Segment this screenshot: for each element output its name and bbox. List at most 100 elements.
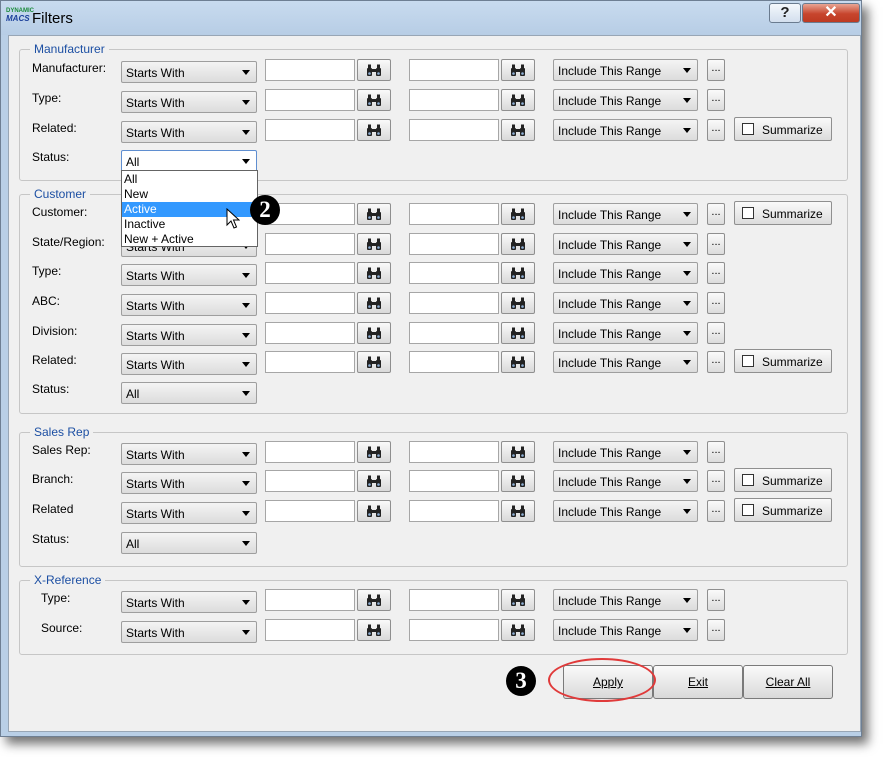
lookup-button[interactable] [357,619,391,641]
range-from-input[interactable] [265,351,355,373]
range-mode-select[interactable]: Include This Range [553,203,698,225]
lookup-button[interactable] [501,59,535,81]
match-type-select[interactable]: Starts With [121,621,257,643]
dropdown-option[interactable]: New [122,187,257,202]
range-from-input[interactable] [265,59,355,81]
range-to-input[interactable] [409,89,499,111]
status-select[interactable]: All [121,532,257,554]
range-mode-select[interactable]: Include This Range [553,441,698,463]
match-type-select[interactable]: Starts With [121,121,257,143]
match-type-select[interactable]: Starts With [121,472,257,494]
summarize-checkbox[interactable] [742,207,754,219]
range-mode-select[interactable]: Include This Range [553,233,698,255]
range-from-input[interactable] [265,233,355,255]
range-from-input[interactable] [265,589,355,611]
status-select[interactable]: All [121,150,257,172]
ellipsis-button[interactable]: ... [707,589,725,611]
range-from-input[interactable] [265,262,355,284]
ellipsis-button[interactable]: ... [707,292,725,314]
range-to-input[interactable] [409,441,499,463]
ellipsis-button[interactable]: ... [707,619,725,641]
lookup-button[interactable] [357,59,391,81]
range-to-input[interactable] [409,619,499,641]
ellipsis-button[interactable]: ... [707,500,725,522]
dropdown-option[interactable]: All [122,172,257,187]
summarize-checkbox[interactable] [742,504,754,516]
range-mode-select[interactable]: Include This Range [553,619,698,641]
range-from-input[interactable] [265,441,355,463]
match-type-select[interactable]: Starts With [121,294,257,316]
match-type-select[interactable]: Starts With [121,443,257,465]
lookup-button[interactable] [357,292,391,314]
range-from-input[interactable] [265,322,355,344]
range-to-input[interactable] [409,262,499,284]
lookup-button[interactable] [501,262,535,284]
range-to-input[interactable] [409,59,499,81]
dropdown-option[interactable]: New + Active [122,232,257,247]
lookup-button[interactable] [357,589,391,611]
range-mode-select[interactable]: Include This Range [553,292,698,314]
lookup-button[interactable] [501,589,535,611]
range-mode-select[interactable]: Include This Range [553,351,698,373]
range-from-input[interactable] [265,292,355,314]
lookup-button[interactable] [501,619,535,641]
range-mode-select[interactable]: Include This Range [553,589,698,611]
summarize-button[interactable]: Summarize [734,117,832,141]
lookup-button[interactable] [501,441,535,463]
lookup-button[interactable] [501,470,535,492]
match-type-select[interactable]: Starts With [121,353,257,375]
close-button[interactable]: ✕ [802,3,860,23]
summarize-button[interactable]: Summarize [734,201,832,225]
ellipsis-button[interactable]: ... [707,203,725,225]
lookup-button[interactable] [501,292,535,314]
lookup-button[interactable] [501,500,535,522]
range-to-input[interactable] [409,589,499,611]
ellipsis-button[interactable]: ... [707,262,725,284]
ellipsis-button[interactable]: ... [707,89,725,111]
summarize-button[interactable]: Summarize [734,468,832,492]
match-type-select[interactable]: Starts With [121,502,257,524]
ellipsis-button[interactable]: ... [707,351,725,373]
range-to-input[interactable] [409,119,499,141]
title-bar[interactable]: DYNAMIC MACS Filters ? ✕ [1,1,861,35]
summarize-checkbox[interactable] [742,474,754,486]
ellipsis-button[interactable]: ... [707,119,725,141]
range-from-input[interactable] [265,470,355,492]
lookup-button[interactable] [357,470,391,492]
range-to-input[interactable] [409,351,499,373]
help-button[interactable]: ? [769,3,801,23]
ellipsis-button[interactable]: ... [707,441,725,463]
lookup-button[interactable] [501,203,535,225]
lookup-button[interactable] [501,119,535,141]
match-type-select[interactable]: Starts With [121,91,257,113]
range-to-input[interactable] [409,233,499,255]
match-type-select[interactable]: Starts With [121,264,257,286]
clear-all-button[interactable]: Clear All [743,665,833,699]
ellipsis-button[interactable]: ... [707,322,725,344]
lookup-button[interactable] [357,322,391,344]
match-type-select[interactable]: Starts With [121,324,257,346]
range-mode-select[interactable]: Include This Range [553,262,698,284]
match-type-select[interactable]: Starts With [121,591,257,613]
range-mode-select[interactable]: Include This Range [553,89,698,111]
lookup-button[interactable] [357,119,391,141]
match-type-select[interactable]: Starts With [121,61,257,83]
range-to-input[interactable] [409,322,499,344]
summarize-checkbox[interactable] [742,123,754,135]
lookup-button[interactable] [357,233,391,255]
lookup-button[interactable] [501,233,535,255]
range-mode-select[interactable]: Include This Range [553,470,698,492]
range-to-input[interactable] [409,292,499,314]
range-to-input[interactable] [409,470,499,492]
lookup-button[interactable] [357,441,391,463]
range-mode-select[interactable]: Include This Range [553,322,698,344]
range-mode-select[interactable]: Include This Range [553,59,698,81]
range-mode-select[interactable]: Include This Range [553,500,698,522]
lookup-button[interactable] [501,89,535,111]
lookup-button[interactable] [357,203,391,225]
range-from-input[interactable] [265,619,355,641]
range-to-input[interactable] [409,203,499,225]
ellipsis-button[interactable]: ... [707,470,725,492]
lookup-button[interactable] [501,351,535,373]
summarize-checkbox[interactable] [742,355,754,367]
